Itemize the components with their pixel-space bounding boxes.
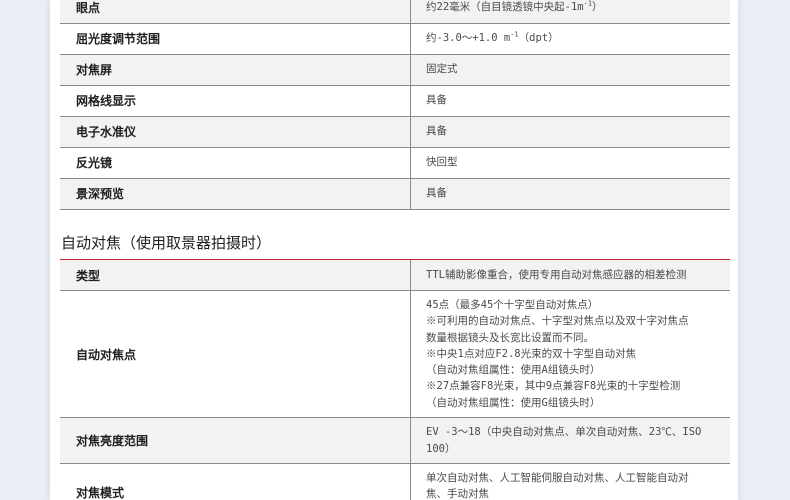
superscript: -1	[583, 0, 593, 8]
spec-value-mirror: 快回型	[410, 147, 730, 179]
spec-label-electronic-level: 电子水准仪	[60, 116, 411, 148]
spec-label-diopter: 屈光度调节范围	[60, 23, 411, 55]
spec-value-af-points: 45点（最多45个十字型自动对焦点） ※可利用的自动对焦点、十字型对焦点以及双十…	[410, 290, 730, 418]
spec-value-grid-display: 具备	[410, 85, 730, 117]
table-row: 景深预览 具备	[60, 178, 730, 210]
spec-value-af-type: TTL辅助影像重合，使用专用自动对焦感应器的相差检测	[410, 260, 730, 291]
spec-value-dof-preview: 具备	[410, 178, 730, 210]
text-line: 单次自动对焦、人工智能伺服自动对焦、人工智能自动对	[426, 472, 689, 484]
spec-value-brightness-range: EV -3～18（中央自动对焦点、单次自动对焦、23℃、ISO 100）	[410, 417, 730, 464]
table-row: 网格线显示 具备	[60, 85, 730, 117]
text-line: EV -3～18（中央自动对焦点、单次自动对焦、23℃、ISO	[426, 426, 702, 439]
spec-label-dof-preview: 景深预览	[60, 178, 411, 210]
text-line: 焦、手动对焦	[426, 488, 489, 500]
table-row: 屈光度调节范围 约-3.0～+1.0 m-1（dpt）	[60, 23, 730, 55]
spec-value-diopter: 约-3.0～+1.0 m-1（dpt）	[410, 23, 730, 55]
table-row: 自动对焦点 45点（最多45个十字型自动对焦点） ※可利用的自动对焦点、十字型对…	[60, 290, 730, 418]
spec-label-eyepoint: 眼点	[60, 0, 411, 24]
text-line: 100）	[426, 442, 456, 455]
text-line: ※中央1点对应F2.8光束的双十字型自动对焦	[426, 347, 637, 360]
spec-value-focus-mode: 单次自动对焦、人工智能伺服自动对焦、人工智能自动对 焦、手动对焦	[410, 463, 730, 500]
text-line: ※可利用的自动对焦点、十字型对焦点以及双十字对焦点	[426, 315, 689, 328]
section-heading-autofocus: 自动对焦（使用取景器拍摄时）	[61, 234, 272, 252]
spec-label-af-type: 类型	[60, 260, 411, 291]
table-row: 对焦亮度范围 EV -3～18（中央自动对焦点、单次自动对焦、23℃、ISO 1…	[60, 417, 730, 464]
spec-label-af-points: 自动对焦点	[60, 290, 411, 418]
superscript: -1	[510, 30, 519, 39]
table-row: 电子水准仪 具备	[60, 116, 730, 148]
spec-label-focus-mode: 对焦模式	[60, 463, 411, 500]
spec-label-grid-display: 网格线显示	[60, 85, 411, 117]
viewfinder-spec-table: 眼点 约22毫米（自目镜透镜中央起-1m-1） 屈光度调节范围 约-3.0～+1…	[60, 0, 730, 210]
spec-value-focusing-screen: 固定式	[410, 54, 730, 86]
table-row: 眼点 约22毫米（自目镜透镜中央起-1m-1）	[60, 0, 730, 24]
autofocus-spec-table: 类型 TTL辅助影像重合，使用专用自动对焦感应器的相差检测 自动对焦点 45点（…	[60, 260, 730, 500]
text-line: 数量根据镜头及长宽比设置而不同。	[426, 331, 594, 344]
table-row: 对焦模式 单次自动对焦、人工智能伺服自动对焦、人工智能自动对 焦、手动对焦	[60, 463, 730, 500]
text-line: （自动对焦组属性：使用G组镜头时）	[426, 396, 601, 409]
text-line: （自动对焦组属性：使用A组镜头时）	[426, 364, 601, 377]
table-row: 对焦屏 固定式	[60, 54, 730, 86]
spec-label-mirror: 反光镜	[60, 147, 411, 179]
text-line: 45点（最多45个十字型自动对焦点）	[426, 298, 599, 311]
spec-page: 眼点 约22毫米（自目镜透镜中央起-1m-1） 屈光度调节范围 约-3.0～+1…	[50, 0, 738, 500]
table-row: 反光镜 快回型	[60, 147, 730, 179]
spec-label-focusing-screen: 对焦屏	[60, 54, 411, 86]
spec-value-electronic-level: 具备	[410, 116, 730, 148]
text-line: ※27点兼容F8光束，其中9点兼容F8光束的十字型检测	[426, 380, 681, 393]
spec-label-brightness-range: 对焦亮度范围	[60, 417, 411, 464]
spec-value-eyepoint: 约22毫米（自目镜透镜中央起-1m-1）	[410, 0, 730, 24]
table-row: 类型 TTL辅助影像重合，使用专用自动对焦感应器的相差检测	[60, 260, 730, 291]
